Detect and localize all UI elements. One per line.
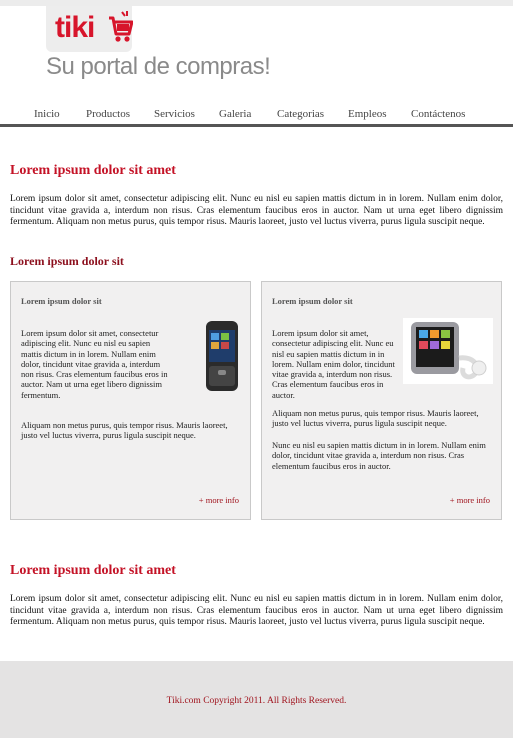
nav-item-galeria[interactable]: Galeria [219, 108, 251, 120]
section-title: Lorem ipsum dolor sit amet [10, 163, 176, 178]
card-text: Lorem ipsum dolor sit amet, consectetur … [272, 328, 395, 400]
product-card: Lorem ipsum dolor sit Lorem ipsum dolor … [10, 281, 251, 520]
footer-copyright: Tiki.com Copyright 2011. All Rights Rese… [166, 696, 347, 706]
card-title: Lorem ipsum dolor sit [21, 296, 102, 306]
section-body: Lorem ipsum dolor sit amet, consectetur … [10, 594, 503, 628]
nav-item-servicios[interactable]: Servicios [154, 108, 195, 120]
shopping-cart-icon [109, 11, 133, 42]
logo-text: tiki [55, 11, 95, 44]
nav-item-empleos[interactable]: Empleos [348, 108, 387, 120]
main-nav: Inicio Productos Servicios Galeria Categ… [0, 104, 513, 126]
footer: Tiki.com Copyright 2011. All Rights Rese… [0, 661, 513, 738]
section-body: Lorem ipsum dolor sit amet, consectetur … [10, 194, 503, 228]
products-heading: Lorem ipsum dolor sit [10, 254, 124, 268]
more-info-link[interactable]: + more info [199, 495, 239, 505]
card-text: Lorem ipsum dolor sit amet, consectetur … [21, 328, 168, 400]
card-text: Aliquam non metus purus, quis tempor ris… [21, 420, 228, 441]
card-text: Aliquam non metus purus, quis tempor ris… [272, 408, 479, 429]
smartphone-icon [206, 321, 238, 391]
more-info-link[interactable]: + more info [450, 495, 490, 505]
tagline: Su portal de compras! [46, 53, 271, 80]
nav-divider [0, 124, 513, 127]
logo[interactable]: tiki [46, 6, 133, 52]
section-title: Lorem ipsum dolor sit amet [10, 563, 176, 578]
card-title: Lorem ipsum dolor sit [272, 296, 353, 306]
product-card: Lorem ipsum dolor sit Lorem ipsum dolor … [261, 281, 502, 520]
nav-item-categorias[interactable]: Categorias [277, 108, 324, 120]
nav-item-inicio[interactable]: Inicio [34, 108, 60, 120]
nav-item-productos[interactable]: Productos [86, 108, 130, 120]
music-player-icon [403, 318, 493, 384]
card-text: Nunc eu nisl eu sapien mattis dictum in … [272, 440, 486, 471]
nav-item-contactenos[interactable]: Contáctenos [411, 108, 465, 120]
